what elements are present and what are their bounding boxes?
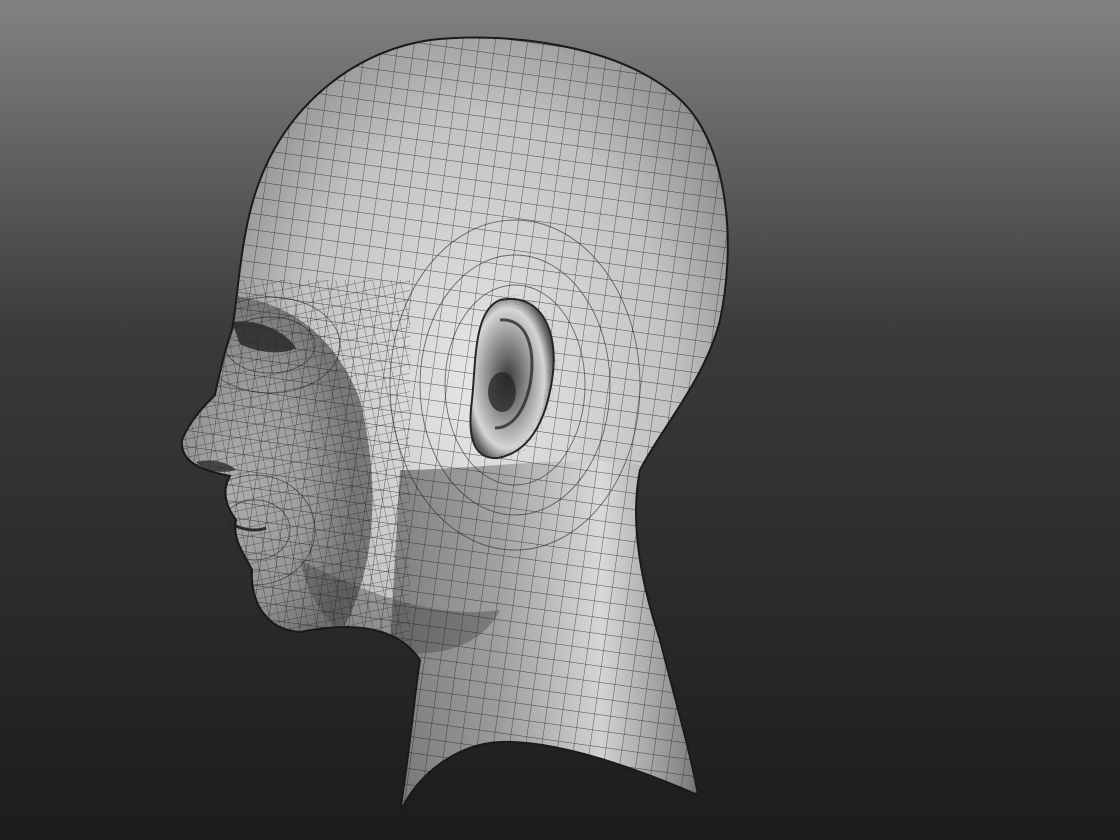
topology-wireframe (181, 37, 728, 812)
3d-viewport[interactable] (0, 0, 1120, 840)
head-model[interactable] (0, 0, 1120, 840)
